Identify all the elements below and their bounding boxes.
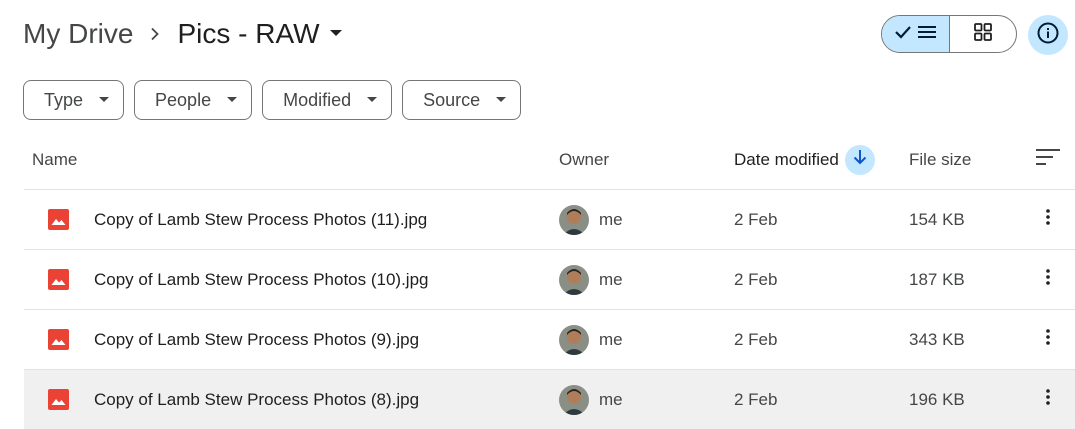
filter-people-chip[interactable]: People [134, 80, 253, 120]
more-actions-button[interactable] [1034, 326, 1062, 354]
owner-cell: me [559, 204, 623, 235]
file-name: Copy of Lamb Stew Process Photos (8).jpg [94, 389, 420, 409]
more-actions-button[interactable] [1034, 386, 1062, 414]
table-row[interactable]: Copy of Lamb Stew Process Photos (10).jp… [24, 250, 1075, 310]
caret-down-icon [227, 97, 238, 103]
check-icon [894, 25, 912, 44]
filter-chip-label: Modified [283, 89, 352, 110]
avatar [559, 384, 589, 415]
filter-bar: Type People Modified Source [23, 80, 522, 120]
current-folder-menu[interactable]: Pics - RAW [177, 18, 342, 50]
caret-down-icon [99, 97, 110, 103]
owner-cell: me [559, 384, 623, 415]
column-header-date-label: Date modified [734, 149, 839, 169]
owner-name: me [599, 389, 623, 409]
caret-down-icon [496, 97, 507, 103]
file-list: Name Owner Date modified File size Copy … [24, 130, 1075, 429]
current-folder-title: Pics - RAW [177, 18, 320, 49]
column-header-file-size[interactable]: File size [909, 150, 971, 170]
table-row[interactable]: Copy of Lamb Stew Process Photos (11).jp… [24, 190, 1075, 250]
table-row[interactable]: Copy of Lamb Stew Process Photos (8).jpg… [24, 370, 1075, 429]
view-toggle [881, 15, 1017, 53]
file-name: Copy of Lamb Stew Process Photos (11).jp… [94, 209, 428, 229]
arrow-down-icon [853, 149, 867, 170]
info-icon [1037, 22, 1059, 49]
file-size: 154 KB [909, 209, 965, 229]
details-button[interactable] [1028, 15, 1068, 55]
table-header: Name Owner Date modified File size [24, 130, 1075, 190]
image-file-icon [48, 329, 69, 350]
breadcrumb: My Drive Pics - RAW [23, 12, 342, 56]
more-actions-button[interactable] [1034, 266, 1062, 294]
image-file-icon [48, 269, 69, 290]
date-modified: 2 Feb [734, 329, 778, 349]
sort-lines-icon [1036, 149, 1060, 170]
file-size: 187 KB [909, 269, 965, 289]
date-modified: 2 Feb [734, 389, 778, 409]
owner-cell: me [559, 264, 623, 295]
file-size: 196 KB [909, 389, 965, 409]
more-vert-icon [1046, 209, 1050, 230]
filter-chip-label: Type [44, 89, 84, 110]
grid-view-button[interactable] [950, 16, 1017, 52]
filter-source-chip[interactable]: Source [402, 80, 522, 120]
avatar [559, 324, 589, 355]
more-vert-icon [1046, 269, 1050, 290]
chevron-right-icon [133, 27, 177, 41]
column-header-owner[interactable]: Owner [559, 150, 609, 170]
file-name: Copy of Lamb Stew Process Photos (10).jp… [94, 269, 429, 289]
file-size: 343 KB [909, 329, 965, 349]
avatar [559, 204, 589, 235]
table-row[interactable]: Copy of Lamb Stew Process Photos (9).jpg… [24, 310, 1075, 370]
breadcrumb-my-drive[interactable]: My Drive [23, 18, 133, 50]
more-actions-button[interactable] [1034, 206, 1062, 234]
date-modified: 2 Feb [734, 209, 778, 229]
caret-down-icon [367, 97, 378, 103]
column-header-name[interactable]: Name [32, 150, 77, 170]
image-file-icon [48, 389, 69, 410]
filter-modified-chip[interactable]: Modified [262, 80, 393, 120]
more-vert-icon [1046, 389, 1050, 410]
column-header-date-modified[interactable]: Date modified [734, 144, 875, 175]
list-view-button[interactable] [882, 16, 950, 52]
drive-file-browser: My Drive Pics - RAW Type People Modified… [0, 0, 1075, 429]
file-name: Copy of Lamb Stew Process Photos (9).jpg [94, 329, 420, 349]
owner-name: me [599, 329, 623, 349]
date-modified: 2 Feb [734, 269, 778, 289]
caret-down-icon [329, 30, 342, 38]
filter-chip-label: Source [423, 89, 481, 110]
image-file-icon [48, 209, 69, 230]
owner-name: me [599, 209, 623, 229]
filter-type-chip[interactable]: Type [23, 80, 125, 120]
owner-name: me [599, 269, 623, 289]
owner-cell: me [559, 324, 623, 355]
avatar [559, 264, 589, 295]
list-icon [918, 25, 937, 44]
more-vert-icon [1046, 329, 1050, 350]
sort-options-button[interactable] [1036, 148, 1060, 171]
grid-icon [973, 22, 992, 46]
filter-chip-label: People [155, 89, 212, 110]
sort-direction-button[interactable] [844, 144, 875, 175]
